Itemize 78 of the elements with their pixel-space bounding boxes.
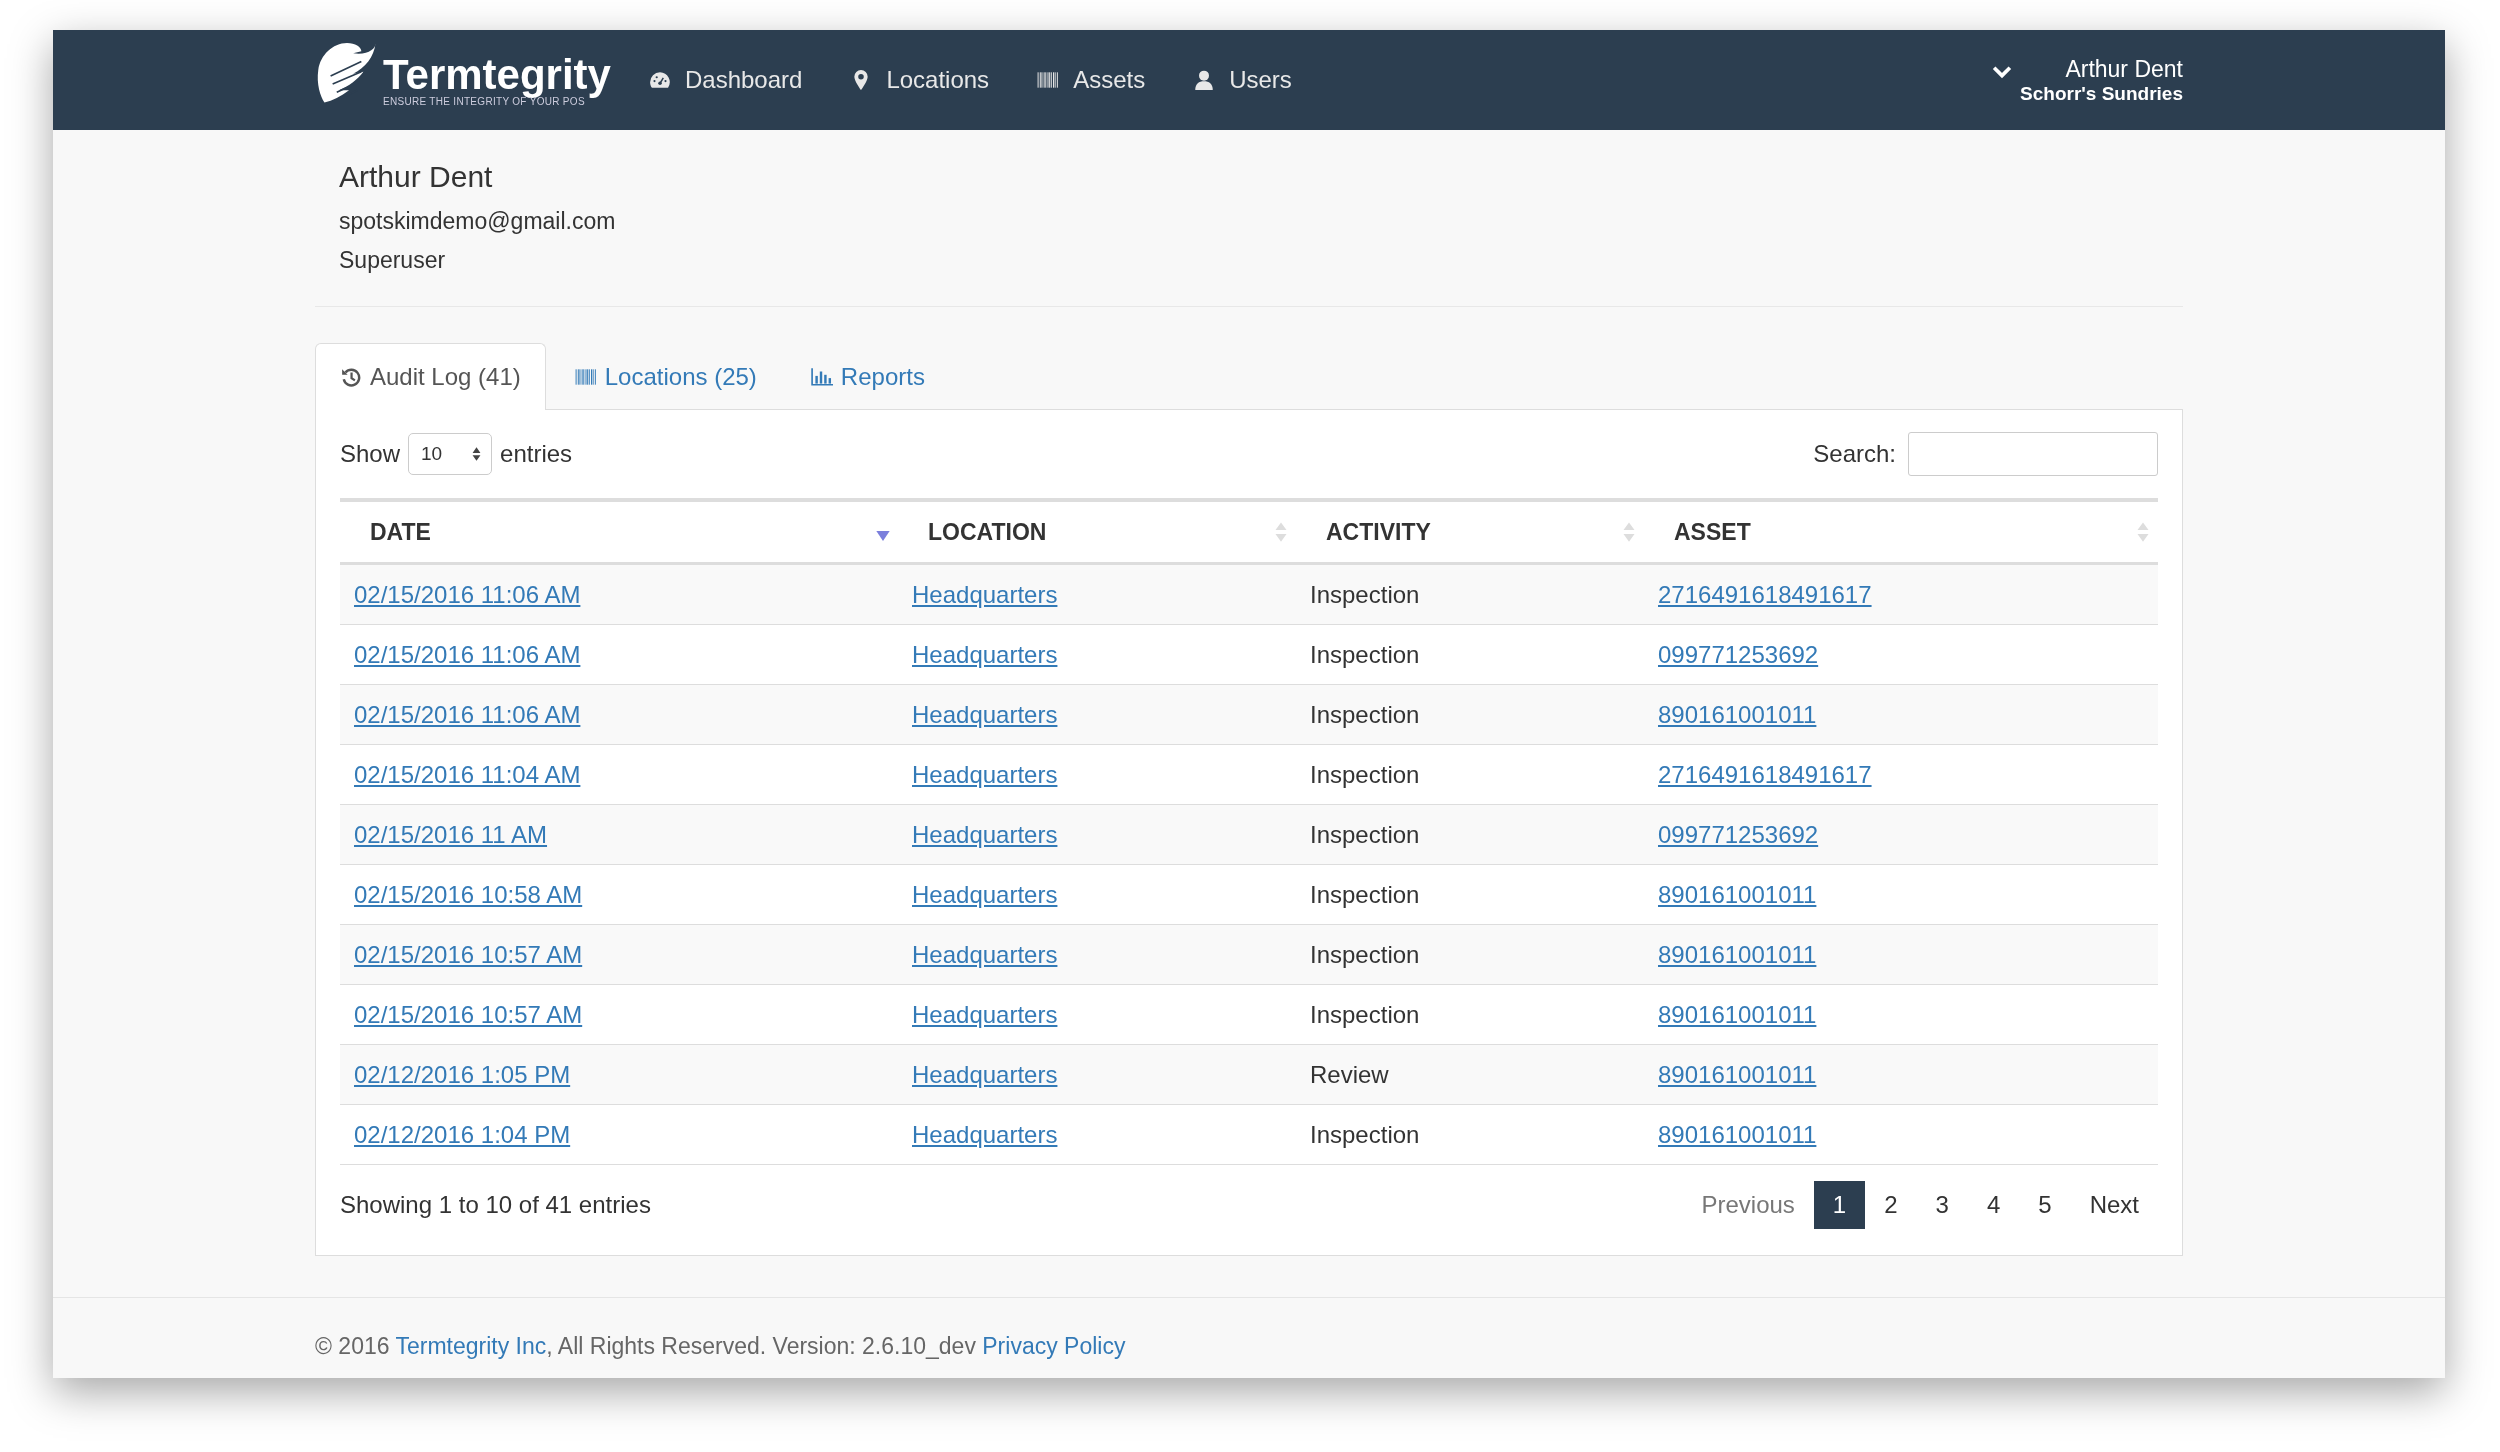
asset-link[interactable]: 099771253692	[1658, 820, 1819, 848]
page-button[interactable]: 4	[1967, 1181, 2020, 1229]
user-menu[interactable]: Arthur Dent Schorr's Sundries	[1992, 55, 2183, 105]
barcode-icon	[1037, 70, 1060, 90]
asset-link[interactable]: 890161001011	[1658, 880, 1817, 908]
asset-link[interactable]: 890161001011	[1658, 1060, 1817, 1088]
location-link[interactable]: Headquarters	[912, 640, 1058, 668]
barcode-icon	[574, 366, 597, 387]
date-link[interactable]: 02/15/2016 11:06 AM	[354, 580, 581, 608]
entries-label: entries	[500, 440, 573, 468]
activity-text: Inspection	[1310, 580, 1420, 608]
page-button[interactable]: 1	[1813, 1181, 1866, 1229]
date-link[interactable]: 02/15/2016 11:06 AM	[354, 700, 581, 728]
activity-text: Review	[1310, 1060, 1389, 1088]
asset-link[interactable]: 099771253692	[1658, 640, 1819, 668]
location-link[interactable]: Headquarters	[912, 940, 1058, 968]
asset-link[interactable]: 890161001011	[1658, 700, 1817, 728]
asset-link[interactable]: 2716491618491617	[1658, 760, 1872, 788]
user-icon	[1193, 70, 1216, 90]
page-button[interactable]: 2	[1865, 1181, 1917, 1229]
date-link[interactable]: 02/15/2016 10:57 AM	[354, 940, 583, 968]
date-link[interactable]: 02/15/2016 10:57 AM	[354, 1000, 583, 1028]
footer-text: © 2016 Termtegrity Inc, All Rights Reserved. Version: 2.6.10_dev Privacy Policy	[315, 1331, 1127, 1360]
profile-email: spotskimdemo@gmail.com	[339, 208, 617, 235]
up-down-arrows-icon	[472, 446, 482, 462]
nav-link[interactable]: Locations	[826, 66, 1014, 94]
date-link[interactable]: 02/15/2016 11:04 AM	[354, 760, 581, 788]
location-link[interactable]: Headquarters	[912, 580, 1058, 608]
page-button[interactable]: 3	[1916, 1181, 1968, 1229]
date-link[interactable]: 02/12/2016 1:04 PM	[354, 1120, 571, 1148]
activity-text: Inspection	[1310, 1120, 1420, 1148]
table-info: Showing 1 to 10 of 41 entries	[340, 1191, 651, 1219]
date-link[interactable]: 02/15/2016 11 AM	[354, 820, 548, 848]
activity-text: Inspection	[1310, 820, 1420, 848]
company-link[interactable]: Termtegrity Inc	[395, 1332, 547, 1359]
activity-text: Inspection	[1310, 1000, 1420, 1028]
next-button[interactable]: Next	[2070, 1181, 2158, 1229]
date-link[interactable]: 02/15/2016 11:06 AM	[354, 640, 581, 668]
location-link[interactable]: Headquarters	[912, 820, 1058, 848]
nav-link[interactable]: Assets	[1013, 66, 1170, 94]
tab[interactable]: Audit Log (41)	[315, 343, 546, 410]
asset-link[interactable]: 890161001011	[1658, 1120, 1817, 1148]
privacy-policy-link[interactable]: Privacy Policy	[982, 1332, 1126, 1359]
date-link[interactable]: 02/15/2016 10:58 AM	[354, 880, 583, 908]
profile-name: Arthur Dent	[339, 160, 494, 194]
gauge-icon	[648, 70, 671, 90]
nav-link[interactable]: Dashboard	[624, 66, 827, 94]
page-button[interactable]: 5	[2019, 1181, 2071, 1229]
location-link[interactable]: Headquarters	[912, 1000, 1058, 1028]
activity-text: Inspection	[1310, 940, 1420, 968]
asset-link[interactable]: 890161001011	[1658, 940, 1817, 968]
profile-role: Superuser	[339, 247, 447, 274]
user-name: Arthur Dent	[2065, 55, 2183, 83]
activity-text: Inspection	[1310, 700, 1420, 728]
search-label: Search:	[1813, 440, 1896, 468]
entries-select[interactable]: 10	[408, 433, 493, 475]
chevron-down-icon	[1992, 63, 2013, 80]
show-label: Show	[340, 440, 401, 468]
location-link[interactable]: Headquarters	[912, 1060, 1058, 1088]
bar-chart-icon	[810, 366, 833, 387]
date-link[interactable]: 02/12/2016 1:05 PM	[354, 1060, 571, 1088]
tab[interactable]: Locations (25)	[549, 343, 782, 409]
brand-logo[interactable]: Termtegrity ENSURE THE INTEGRITY OF YOUR POS	[315, 39, 611, 121]
search-field[interactable]	[1908, 432, 2158, 476]
asset-link[interactable]: 890161001011	[1658, 1000, 1817, 1028]
tab[interactable]: Reports	[785, 343, 950, 409]
nav-link[interactable]: Users	[1169, 66, 1316, 94]
company-name: Schorr's Sundries	[2020, 82, 2183, 105]
asset-link[interactable]: 2716491618491617	[1658, 580, 1872, 608]
history-icon	[340, 367, 362, 387]
activity-text: Inspection	[1310, 880, 1420, 908]
location-link[interactable]: Headquarters	[912, 760, 1058, 788]
location-link[interactable]: Headquarters	[912, 880, 1058, 908]
brand-name: Termtegrity	[383, 53, 611, 96]
activity-text: Inspection	[1310, 640, 1420, 668]
location-link[interactable]: Headquarters	[912, 700, 1058, 728]
activity-text: Inspection	[1310, 760, 1420, 788]
location-link[interactable]: Headquarters	[912, 1120, 1058, 1148]
